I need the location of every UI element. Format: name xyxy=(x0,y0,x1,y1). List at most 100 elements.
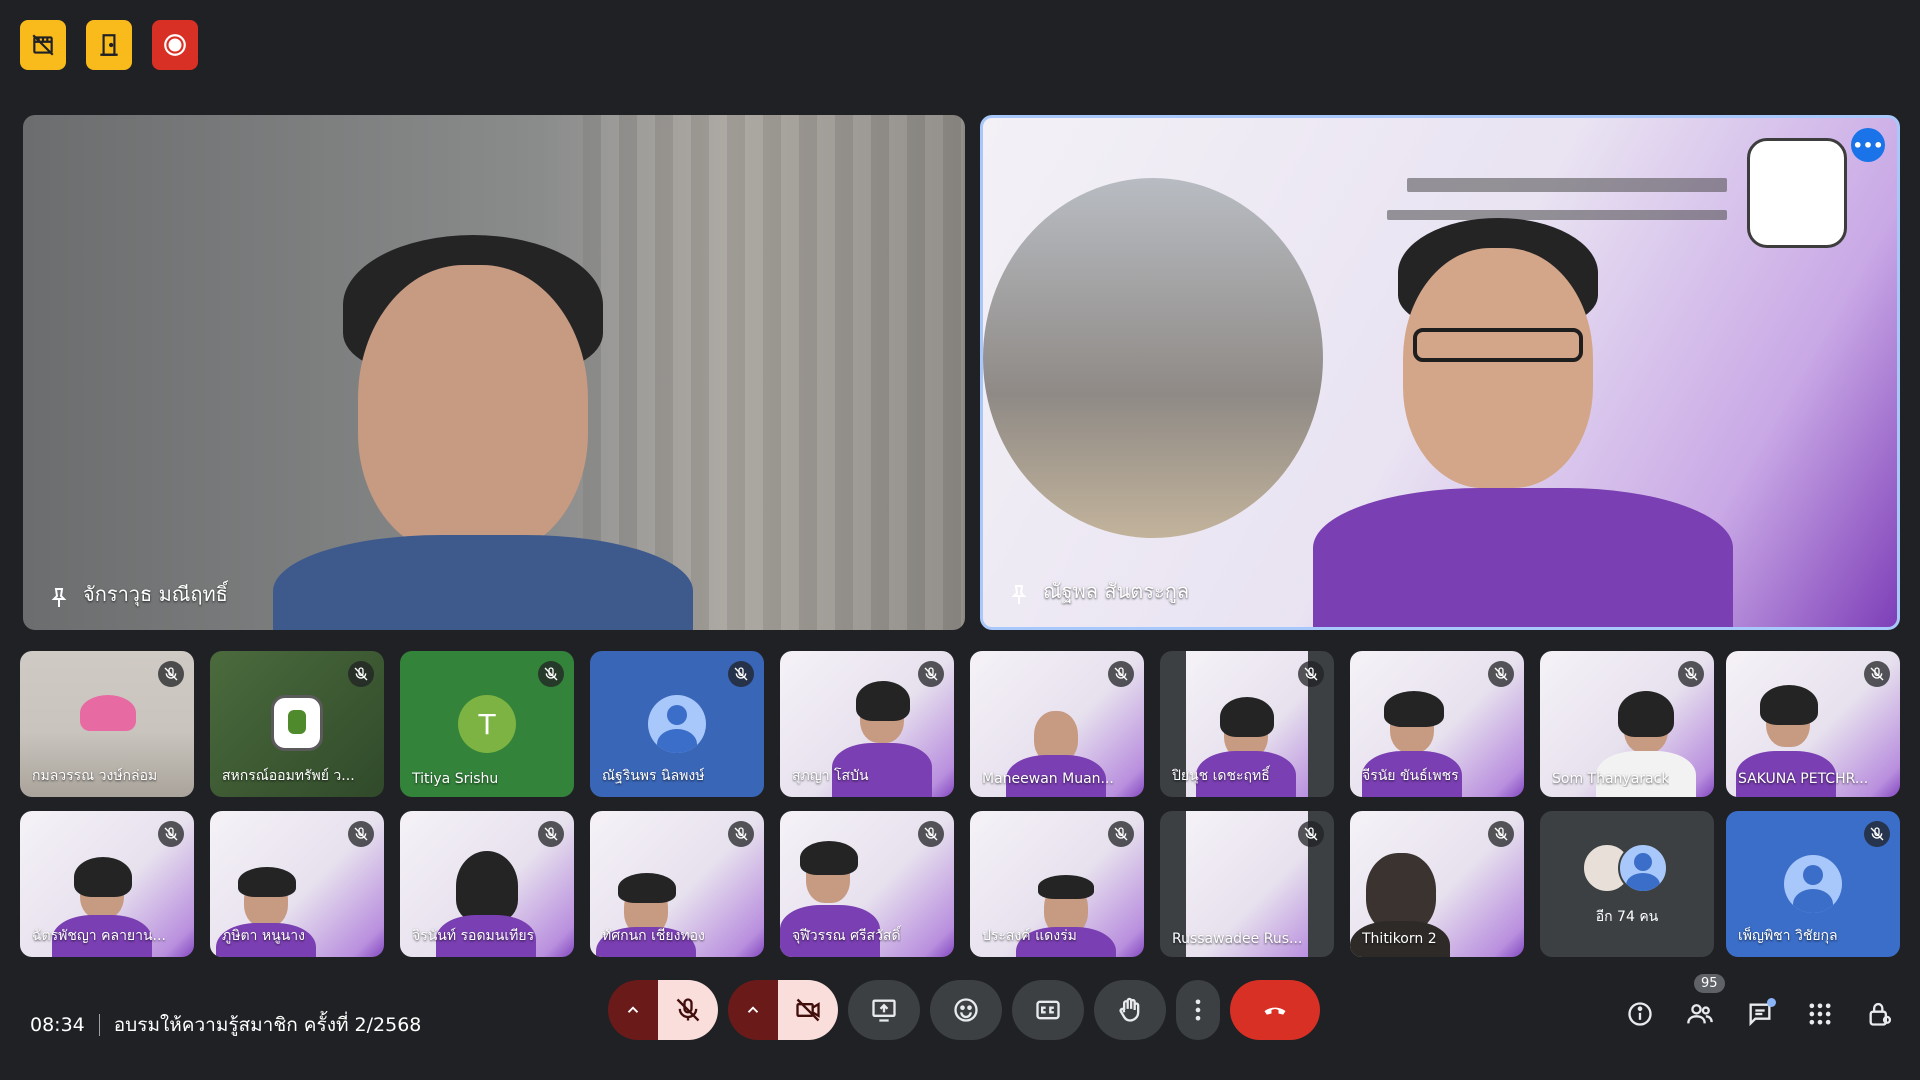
participant-tile[interactable]: จุฬีวรรณ ศรีสวัสดิ์ xyxy=(780,811,954,957)
participant-tile[interactable]: Maneewan Muan... xyxy=(970,651,1144,797)
participant-name: จักราวุธ มณีฤทธิ์ xyxy=(83,582,228,606)
participant-name: Titiya Srishu xyxy=(412,771,499,787)
host-controls-button[interactable] xyxy=(1860,994,1900,1034)
participant-tile[interactable]: ฉัตรพัชญา คลายาน... xyxy=(20,811,194,957)
no-video-icon[interactable] xyxy=(20,20,66,70)
pin-icon[interactable] xyxy=(47,586,71,610)
mic-off-icon xyxy=(348,821,374,847)
camera-toggle-button[interactable] xyxy=(778,980,838,1040)
mic-off-icon xyxy=(728,661,754,687)
activities-button[interactable] xyxy=(1800,994,1840,1034)
more-options-button[interactable]: ••• xyxy=(1851,128,1885,162)
audio-options-button[interactable] xyxy=(608,980,658,1040)
slide-text-line xyxy=(1407,178,1727,192)
video-options-button[interactable] xyxy=(728,980,778,1040)
record-icon[interactable] xyxy=(152,20,198,70)
participant-name: จิรนันท์ รอดมนเทียร xyxy=(412,928,535,944)
avatar xyxy=(1618,843,1668,893)
mic-off-icon xyxy=(918,821,944,847)
slide-building-photo xyxy=(983,178,1323,538)
mic-off-icon xyxy=(1108,661,1134,687)
participant-tile[interactable]: ภูษิตา หนูนาง xyxy=(210,811,384,957)
participant-tile[interactable]: สุภญา โสบัน xyxy=(780,651,954,797)
mic-off-icon xyxy=(538,661,564,687)
mic-off-icon xyxy=(918,661,944,687)
participant-tile[interactable]: ปิยนุช เดชะฤทธิ์ xyxy=(1160,651,1334,797)
avatar xyxy=(271,695,323,751)
participant-tile[interactable]: กมลวรรณ วงษ์กล่อม xyxy=(20,651,194,797)
participant-tile[interactable]: Russawadee Rus... xyxy=(1160,811,1334,957)
call-controls xyxy=(608,980,1320,1040)
mic-off-icon xyxy=(1488,821,1514,847)
leave-call-button[interactable] xyxy=(1230,980,1320,1040)
mic-toggle-button[interactable] xyxy=(658,980,718,1040)
avatar: T xyxy=(458,695,516,753)
participant-tile[interactable]: เพ็ญพิชา วิชัยกุล xyxy=(1726,811,1900,957)
participant-tile[interactable]: Som Thanyarack xyxy=(1540,651,1714,797)
more-participants-tile[interactable]: อีก 74 คน xyxy=(1540,811,1714,957)
more-participants-label: อีก 74 คน xyxy=(1595,909,1659,925)
pin-icon[interactable] xyxy=(1007,583,1031,607)
info-icon xyxy=(1628,1002,1652,1026)
mic-off-icon xyxy=(1488,661,1514,687)
participant-name: Maneewan Muan... xyxy=(982,771,1114,787)
participant-name: สุภญา โสบัน xyxy=(792,768,869,784)
meeting-details-button[interactable] xyxy=(1620,994,1660,1034)
mic-off-icon xyxy=(158,821,184,847)
mic-off-icon xyxy=(1298,821,1324,847)
participant-name: ประสงค์ แดงร่ม xyxy=(982,928,1077,944)
participant-name: ณัฐรินพร นิลพงษ์ xyxy=(602,768,705,784)
participant-tile[interactable]: ประสงค์ แดงร่ม xyxy=(970,811,1144,957)
meeting-info: 08:34 อบรมให้ความรู้สมาชิก ครั้งที่ 2/25… xyxy=(30,1010,421,1040)
chat-button[interactable] xyxy=(1740,994,1780,1034)
mic-control-group xyxy=(608,980,718,1040)
people-icon xyxy=(1687,1004,1713,1024)
participant-name: ทัศกนก เชียงทอง xyxy=(602,928,705,944)
participant-tile[interactable]: SAKUNA PETCHR... xyxy=(1726,651,1900,797)
mic-off-icon xyxy=(1864,661,1890,687)
participant-name: ภูษิตา หนูนาง xyxy=(222,928,305,944)
mic-off-icon xyxy=(1864,821,1890,847)
camera-control-group xyxy=(728,980,838,1040)
participant-name: จุฬีวรรณ ศรีสวัสดิ์ xyxy=(792,928,901,944)
people-button[interactable]: 95 xyxy=(1680,974,1725,1034)
more-options-button[interactable] xyxy=(1176,980,1220,1040)
mic-off-icon xyxy=(348,661,374,687)
reactions-button[interactable] xyxy=(930,980,1002,1040)
apps-grid-icon xyxy=(1809,1003,1831,1025)
participant-name: SAKUNA PETCHR... xyxy=(1738,771,1869,787)
coop-logo xyxy=(1747,138,1847,248)
participant-name: Thitikorn 2 xyxy=(1362,931,1437,947)
active-speaker-tile[interactable]: ••• ณัฐพล สันตระกูล xyxy=(980,115,1900,630)
participant-name: เพ็ญพิชา วิชัยกุล xyxy=(1738,928,1838,944)
participant-tile[interactable]: จิรนันท์ รอดมนเทียร xyxy=(400,811,574,957)
captions-button[interactable] xyxy=(1012,980,1084,1040)
mic-off-icon xyxy=(1678,661,1704,687)
participant-name: Russawadee Rus... xyxy=(1172,931,1303,947)
participant-name: กมลวรรณ วงษ์กล่อม xyxy=(32,768,158,784)
clock-time: 08:34 xyxy=(30,1014,85,1036)
mic-off-icon xyxy=(1298,661,1324,687)
participant-video xyxy=(1313,208,1733,627)
present-screen-button[interactable] xyxy=(848,980,920,1040)
participant-tile[interactable]: T Titiya Srishu xyxy=(400,651,574,797)
mic-off-icon xyxy=(538,821,564,847)
side-panel-controls: 95 xyxy=(1620,974,1900,1034)
participant-tile[interactable]: จีรนัย ขันธ์เพชร xyxy=(1350,651,1524,797)
bottom-toolbar: 08:34 อบรมให้ความรู้สมาชิก ครั้งที่ 2/25… xyxy=(0,974,1920,1080)
mic-off-icon xyxy=(158,661,184,687)
participant-tile[interactable]: Thitikorn 2 xyxy=(1350,811,1524,957)
mic-off-icon xyxy=(728,821,754,847)
participant-tile[interactable]: ทัศกนก เชียงทอง xyxy=(590,811,764,957)
main-video-tile[interactable]: จักราวุธ มณีฤทธิ์ xyxy=(23,115,965,630)
raise-hand-button[interactable] xyxy=(1094,980,1166,1040)
participant-tile[interactable]: ณัฐรินพร นิลพงษ์ xyxy=(590,651,764,797)
participant-count-badge: 95 xyxy=(1694,974,1725,993)
participant-name: ณัฐพล สันตระกูล xyxy=(1043,579,1190,603)
divider xyxy=(98,1014,100,1036)
participant-tile[interactable]: สหกรณ์ออมทรัพย์ ว... xyxy=(210,651,384,797)
avatar xyxy=(1784,855,1842,913)
participant-name: จีรนัย ขันธ์เพชร xyxy=(1362,768,1459,784)
door-exit-icon[interactable] xyxy=(86,20,132,70)
participant-video xyxy=(273,215,693,630)
